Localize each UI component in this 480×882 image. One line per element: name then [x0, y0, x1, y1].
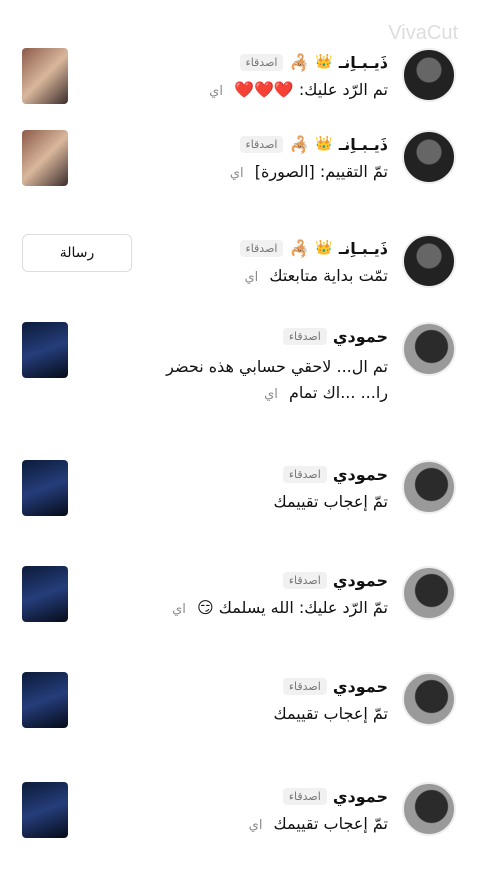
- time-ago: اي: [248, 818, 263, 833]
- notification-text: تمّ التقييم: [الصورة] اي: [230, 162, 388, 181]
- crown-icon: 👑: [315, 240, 333, 256]
- post-thumbnail[interactable]: [22, 460, 68, 516]
- avatar[interactable]: [402, 566, 456, 620]
- friends-badge: اصدقاء: [282, 327, 327, 345]
- notification-message: تمّ التقييم: [الصورة]: [254, 162, 388, 181]
- notification-row[interactable]: ذَيـبـاِنـ 👑 🦂 اصدقاء تمّت بداية متابعتك…: [0, 234, 480, 334]
- notifications-list: ذَيـبـاِنـ 👑 🦂 اصدقاء تم الرّد عليك: ❤️❤…: [0, 0, 480, 854]
- notification-message: تمّ الرّد عليك: الله يسلمك 😏: [197, 598, 388, 617]
- notification-title: ذَيـبـاِنـ 👑 🦂 اصدقاء: [239, 236, 388, 260]
- notification-message: تمّ إعجاب تقييمك: [273, 814, 388, 833]
- notification-row[interactable]: حمودي اصدقاء تمّ الرّد عليك: الله يسلمك …: [0, 566, 480, 666]
- notification-text: تم الرّد عليك: ❤️❤️❤️ اي: [209, 80, 388, 99]
- avatar[interactable]: [402, 672, 456, 726]
- friends-badge: اصدقاء: [282, 465, 327, 483]
- crown-icon: 👑: [315, 136, 333, 152]
- avatar[interactable]: [402, 322, 456, 376]
- notification-text: تمّ إعجاب تقييمك اي: [249, 814, 388, 833]
- username[interactable]: حمودي: [333, 787, 388, 806]
- time-ago: اي: [209, 84, 223, 99]
- username[interactable]: حمودي: [333, 677, 388, 696]
- friends-badge: اصدقاء: [239, 135, 284, 153]
- post-thumbnail[interactable]: [22, 672, 68, 728]
- scorpion-icon: 🦂: [289, 238, 310, 258]
- avatar[interactable]: [402, 130, 456, 184]
- notification-row[interactable]: حمودي اصدقاء تم ال... لاحقي حسابي هذه نح…: [0, 322, 480, 422]
- friends-badge: اصدقاء: [282, 677, 327, 695]
- notification-message: تم ال... لاحقي حسابي هذه نحضر: [166, 357, 388, 376]
- notification-title: حمودي اصدقاء: [282, 568, 388, 592]
- notification-title: حمودي اصدقاء: [282, 784, 388, 808]
- friends-badge: اصدقاء: [239, 239, 284, 257]
- post-thumbnail[interactable]: [22, 566, 68, 622]
- time-ago: اي: [244, 270, 259, 285]
- post-thumbnail[interactable]: [22, 782, 68, 838]
- notification-row[interactable]: ذَيـبـاِنـ 👑 🦂 اصدقاء تمّ التقييم: [الصو…: [0, 130, 480, 230]
- notification-text: تمّ الرّد عليك: الله يسلمك 😏 اي: [172, 598, 388, 617]
- notification-text: تمّت بداية متابعتك اي: [244, 266, 388, 285]
- notification-message: تمّ إعجاب تقييمك: [273, 704, 388, 723]
- scorpion-icon: 🦂: [289, 52, 310, 72]
- notification-message: تمّ إعجاب تقييمك: [273, 492, 388, 511]
- time-ago: اي: [229, 166, 244, 181]
- notification-title: حمودي اصدقاء: [282, 324, 388, 348]
- post-thumbnail[interactable]: [22, 130, 68, 186]
- notification-message-cont: را... ...اك تمام: [289, 383, 388, 402]
- notification-row[interactable]: حمودي اصدقاء تمّ إعجاب تقييمك اي: [0, 782, 480, 882]
- notification-row[interactable]: حمودي اصدقاء تمّ إعجاب تقييمك: [0, 460, 480, 560]
- time-ago: اي: [264, 387, 278, 402]
- username[interactable]: ذَيـبـاِنـ: [339, 53, 388, 72]
- notification-title: حمودي اصدقاء: [282, 462, 388, 486]
- avatar[interactable]: [402, 234, 456, 288]
- notification-title: حمودي اصدقاء: [282, 674, 388, 698]
- notification-message: تمّت بداية متابعتك: [269, 266, 388, 285]
- username[interactable]: حمودي: [333, 571, 388, 590]
- scorpion-icon: 🦂: [289, 134, 310, 154]
- hearts-icon: ❤️❤️❤️: [234, 80, 294, 99]
- message-button[interactable]: رسالة: [22, 234, 132, 272]
- username[interactable]: ذَيـبـاِنـ: [339, 135, 388, 154]
- avatar[interactable]: [402, 782, 456, 836]
- notification-message: تم الرّد عليك:: [298, 80, 388, 99]
- friends-badge: اصدقاء: [239, 53, 284, 71]
- avatar[interactable]: [402, 48, 456, 102]
- username[interactable]: حمودي: [333, 465, 388, 484]
- post-thumbnail[interactable]: [22, 48, 68, 104]
- post-thumbnail[interactable]: [22, 322, 68, 378]
- username[interactable]: ذَيـبـاِنـ: [339, 239, 388, 258]
- notification-title: ذَيـبـاِنـ 👑 🦂 اصدقاء: [239, 132, 388, 156]
- avatar[interactable]: [402, 460, 456, 514]
- notification-row[interactable]: حمودي اصدقاء تمّ إعجاب تقييمك: [0, 672, 480, 772]
- notification-title: ذَيـبـاِنـ 👑 🦂 اصدقاء: [239, 50, 388, 74]
- notification-text: تمّ إعجاب تقييمك: [274, 704, 388, 723]
- notification-text: تم ال... لاحقي حسابي هذه نحضر را... ...ا…: [58, 354, 388, 408]
- crown-icon: 👑: [315, 54, 333, 70]
- friends-badge: اصدقاء: [282, 787, 327, 805]
- notification-text: تمّ إعجاب تقييمك: [274, 492, 388, 511]
- time-ago: اي: [172, 602, 186, 617]
- friends-badge: اصدقاء: [282, 571, 327, 589]
- username[interactable]: حمودي: [333, 327, 388, 346]
